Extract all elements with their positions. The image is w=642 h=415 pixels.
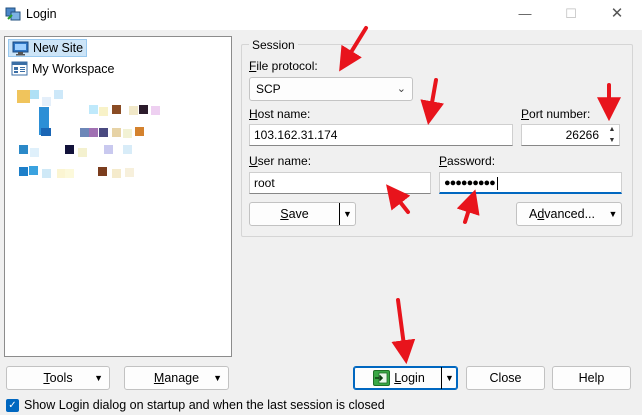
close-window-button[interactable]: ✕ <box>594 0 640 30</box>
maximize-button[interactable]: ☐ <box>548 0 594 30</box>
tree-item-my-workspace[interactable]: My Workspace <box>8 60 117 78</box>
user-name-input[interactable]: root <box>249 172 431 194</box>
minimize-button[interactable]: — <box>502 0 548 30</box>
advanced-button[interactable]: Advanced... ▼ <box>516 202 622 226</box>
session-legend: Session <box>249 38 298 52</box>
manage-dropdown-arrow-icon: ▼ <box>213 373 222 383</box>
show-login-checkbox-label[interactable]: Show Login dialog on startup and when th… <box>24 398 385 412</box>
tree-item-label: My Workspace <box>32 62 115 76</box>
advanced-dropdown-arrow-icon[interactable]: ▼ <box>605 203 621 225</box>
tools-dropdown-arrow-icon: ▼ <box>94 373 103 383</box>
save-button[interactable]: Save ▼ <box>249 202 356 226</box>
save-dropdown-arrow-icon[interactable]: ▼ <box>339 203 355 225</box>
login-icon <box>373 370 390 386</box>
tree-item-new-site[interactable]: New Site <box>8 39 88 57</box>
tree-item-label: New Site <box>33 41 84 55</box>
site-tree[interactable]: New Site My Workspace <box>4 36 232 357</box>
spin-up-icon[interactable]: ▲ <box>606 124 618 135</box>
winscp-app-icon <box>5 7 21 21</box>
host-name-input[interactable]: 103.162.31.174 <box>249 124 513 146</box>
port-number-label: Port number: <box>521 107 591 121</box>
text-caret <box>496 176 498 190</box>
file-protocol-value: SCP <box>256 82 281 96</box>
password-label: Password: <box>439 154 496 168</box>
close-button[interactable]: Close <box>466 366 545 390</box>
arrow-login <box>391 298 416 365</box>
password-value: ●●●●●●●●● <box>444 177 496 189</box>
tools-button[interactable]: Tools ▼ <box>6 366 110 390</box>
host-name-label: Host name: <box>249 107 311 121</box>
title-bar[interactable]: Login — ☐ ✕ <box>0 0 642 30</box>
user-name-label: User name: <box>249 154 312 168</box>
show-login-checkbox[interactable]: ✓ <box>6 399 19 412</box>
window-title: Login <box>26 7 57 21</box>
help-button[interactable]: Help <box>552 366 631 390</box>
spin-down-icon[interactable]: ▼ <box>606 135 618 146</box>
chevron-down-icon: ⌄ <box>396 83 406 95</box>
manage-button[interactable]: Manage ▼ <box>124 366 229 390</box>
login-button[interactable]: Login ▼ <box>353 366 458 390</box>
computer-icon <box>12 41 29 56</box>
file-protocol-label: File protocol: <box>249 59 318 73</box>
workspace-icon <box>11 61 28 76</box>
login-dropdown-arrow-icon[interactable]: ▼ <box>441 367 457 389</box>
file-protocol-select[interactable]: SCP ⌄ <box>249 77 413 101</box>
password-input[interactable]: ●●●●●●●●● <box>439 172 622 194</box>
